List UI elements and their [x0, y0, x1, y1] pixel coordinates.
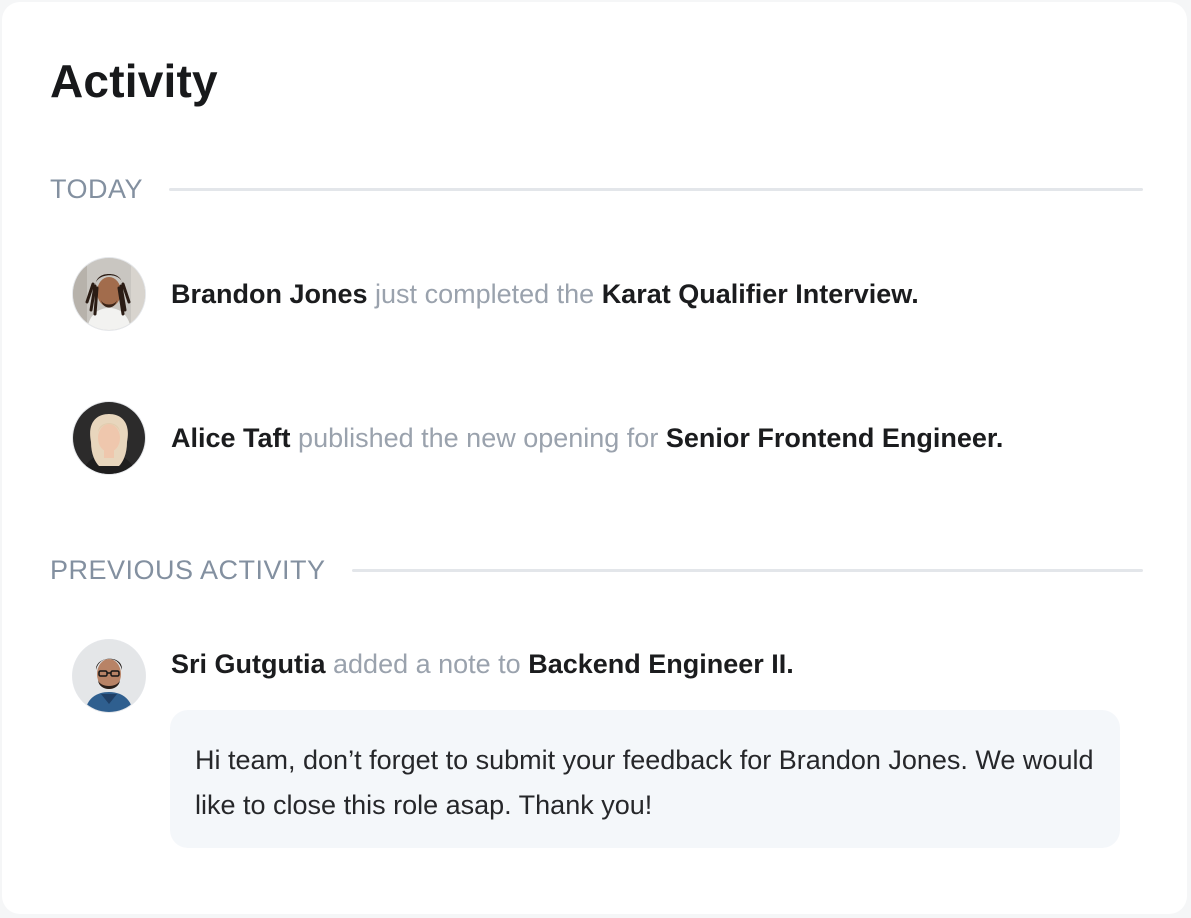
page-title: Activity: [50, 55, 218, 107]
note-text: Hi team, don’t forget to submit your fee…: [195, 745, 1094, 820]
person-photo-icon: [73, 640, 145, 712]
person-photo-icon: [73, 258, 145, 330]
section-header-previous: PREVIOUS ACTIVITY: [50, 555, 1143, 585]
actor-name[interactable]: Brandon Jones: [171, 279, 368, 309]
section-label-previous: PREVIOUS ACTIVITY: [50, 554, 326, 585]
activity-text: Brandon Jones just completed the Karat Q…: [171, 278, 919, 310]
section-label-today: TODAY: [50, 173, 144, 204]
avatar-brandon-jones[interactable]: [73, 258, 145, 330]
activity-text: Alice Taft published the new opening for…: [171, 422, 1003, 454]
activity-verb: just completed the: [375, 279, 595, 309]
section-divider: [351, 568, 1143, 572]
section-divider: [169, 187, 1143, 191]
avatar-sri-gutgutia[interactable]: [73, 640, 145, 712]
activity-text: Sri Gutgutia added a note to Backend Eng…: [171, 648, 794, 680]
section-header-today: TODAY: [50, 174, 1143, 204]
person-photo-icon: [73, 402, 145, 474]
activity-verb: added a note to: [333, 649, 521, 679]
activity-target[interactable]: Backend Engineer II.: [528, 649, 794, 679]
activity-verb: published the new opening for: [298, 423, 659, 453]
actor-name[interactable]: Alice Taft: [171, 423, 291, 453]
avatar-alice-taft[interactable]: [73, 402, 145, 474]
activity-target[interactable]: Karat Qualifier Interview.: [602, 279, 919, 309]
note-bubble: Hi team, don’t forget to submit your fee…: [170, 710, 1120, 848]
activity-target[interactable]: Senior Frontend Engineer.: [666, 423, 1004, 453]
activity-card: Activity TODAY Brandon Jones just comple…: [2, 2, 1187, 914]
actor-name[interactable]: Sri Gutgutia: [171, 649, 326, 679]
